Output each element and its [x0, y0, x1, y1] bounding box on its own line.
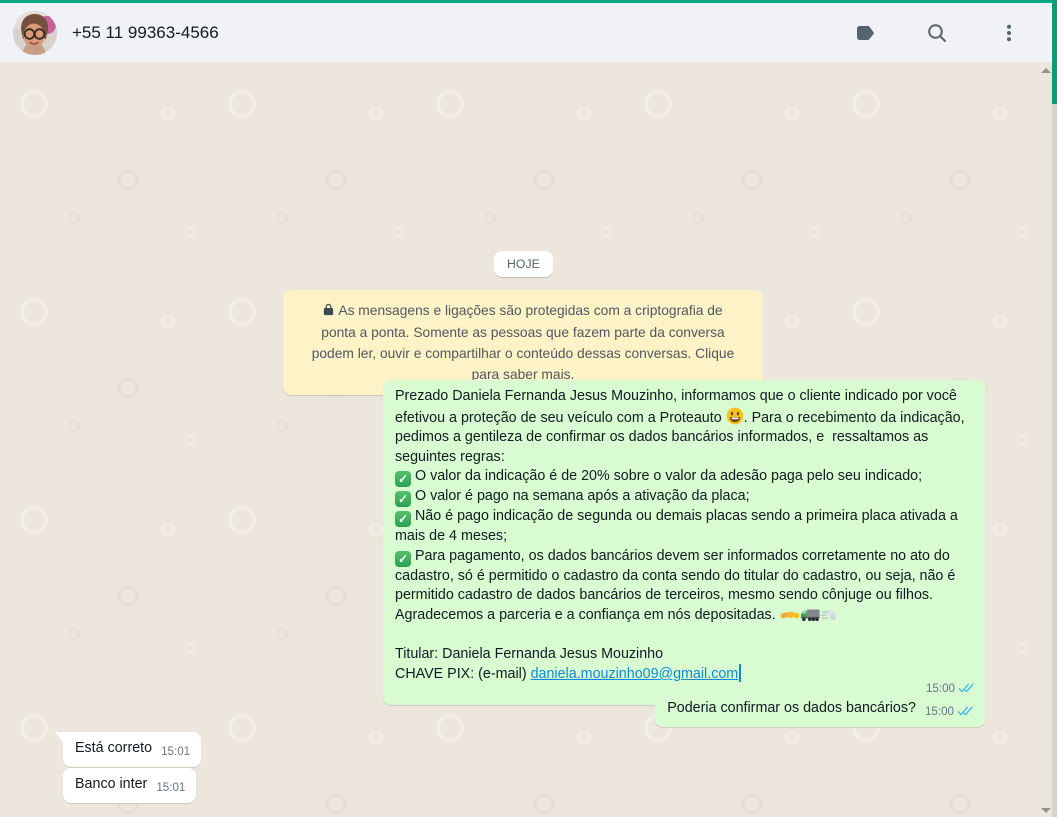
message-text: Poderia confirmar os dados bancários? [667, 700, 916, 716]
message-time: 15:01 [156, 781, 185, 794]
message-time: 15:00 [925, 705, 954, 718]
message-bubble-confirm[interactable]: Poderia confirmar os dados bancários? 15:… [655, 692, 985, 727]
dash-emoji [820, 608, 837, 622]
kebab-menu-icon [997, 21, 1021, 45]
contact-avatar[interactable] [13, 11, 57, 55]
message-row: Prezado Daniela Fernanda Jesus Mouzinho,… [383, 380, 985, 705]
scrollbar-thumb[interactable] [1052, 0, 1057, 104]
whatsapp-chat-window: +55 11 99363-4566 [0, 0, 1057, 817]
message-text: Prezado Daniela Fernanda Jesus Mouzinho,… [395, 388, 969, 682]
chat-area: HOJE As mensagens e ligações são protegi… [0, 62, 1057, 817]
handshake-emoji [780, 607, 800, 622]
contact-phone-number[interactable]: +55 11 99363-4566 [72, 23, 219, 43]
message-row: Banco inter 15:01 [63, 768, 196, 803]
message-row: Poderia confirmar os dados bancários? 15:… [655, 692, 985, 727]
message-meta: 15:01 [156, 781, 185, 794]
message-meta: 15:00 [925, 705, 974, 718]
check-mark-emoji: ✓ [395, 551, 411, 567]
search-button[interactable] [917, 13, 957, 53]
search-icon [925, 21, 949, 45]
message-time: 15:01 [161, 745, 190, 758]
message-bubble-reply1[interactable]: Está correto 15:01 [63, 732, 201, 767]
message-bubble-reply2[interactable]: Banco inter 15:01 [63, 768, 196, 803]
scrollbar-track[interactable] [1052, 0, 1057, 817]
scroll-down-arrow-icon[interactable] [1041, 808, 1051, 813]
menu-button[interactable] [989, 13, 1029, 53]
avatar-photo [13, 11, 57, 55]
message-text: Está correto [75, 740, 152, 756]
grinning-face-emoji [726, 407, 744, 425]
header-actions [845, 13, 1029, 53]
text-cursor [739, 664, 741, 682]
encryption-notice-text: As mensagens e ligações são protegidas c… [312, 303, 735, 382]
truck-emoji [800, 607, 820, 622]
pix-email-link[interactable]: daniela.mouzinho09@gmail.com [531, 666, 739, 682]
date-chip: HOJE [494, 251, 553, 277]
label-icon [853, 21, 877, 45]
chat-header: +55 11 99363-4566 [0, 3, 1051, 62]
lock-icon [323, 301, 334, 322]
message-text: Banco inter [75, 776, 147, 792]
message-bubble-rules[interactable]: Prezado Daniela Fernanda Jesus Mouzinho,… [383, 380, 985, 705]
scroll-up-arrow-icon[interactable] [1041, 68, 1051, 73]
window-accent-line [0, 0, 1057, 3]
check-mark-emoji: ✓ [395, 511, 411, 527]
read-ticks-icon [957, 705, 974, 717]
check-mark-emoji: ✓ [395, 471, 411, 487]
check-mark-emoji: ✓ [395, 491, 411, 507]
label-button[interactable] [845, 13, 885, 53]
message-meta: 15:01 [161, 745, 190, 758]
message-row: Está correto 15:01 [63, 732, 201, 767]
